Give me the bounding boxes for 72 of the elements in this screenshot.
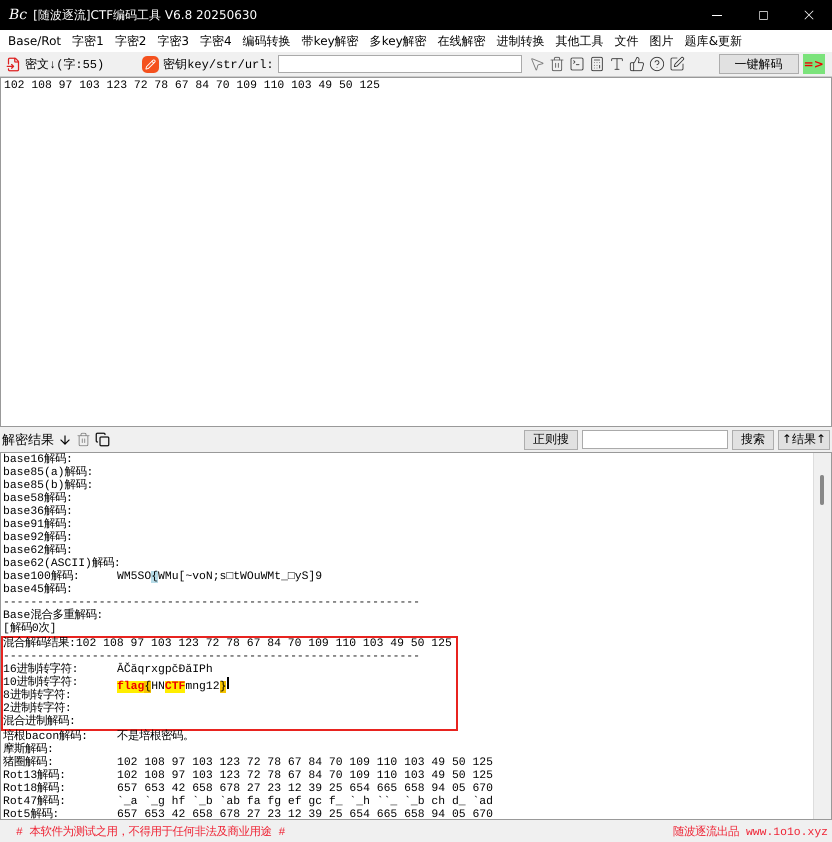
result-value: 102 108 97 103 123 72 78 67 84 70 109 110 103 49 50 125: [117, 770, 493, 782]
result-label: base36解码:: [3, 506, 73, 518]
result-value: mng12: [185, 681, 220, 693]
result-label: base85(b)解码:: [3, 480, 94, 492]
result-label: Rot18解码:: [3, 783, 68, 795]
menu-item[interactable]: 在线解密: [434, 32, 493, 50]
separator-line: -------------------------------------------------------------: [3, 651, 420, 663]
result-value: 102 108 97 103 123 72 78 67 84 70 109 110 103 49 50 125: [76, 638, 452, 651]
menu-item[interactable]: 字密2: [110, 32, 154, 50]
result-label: 16进制转字符:: [3, 664, 80, 676]
arrow-text: =>: [802, 54, 825, 74]
results-label: 解密结果: [2, 432, 54, 448]
app-logo: Bc: [9, 7, 28, 23]
result-label: Rot5解码:: [3, 809, 60, 819]
result-label: base92解码:: [3, 532, 73, 544]
window-title: [随波逐流]CTF编码工具 V6.8 20250630: [33, 6, 258, 24]
menu-item[interactable]: 带key解密: [298, 32, 366, 50]
menu-item[interactable]: 其他工具: [552, 32, 611, 50]
result-label: 混合进制解码:: [3, 716, 76, 729]
result-label: base62解码:: [3, 545, 73, 558]
result-label: Rot13解码:: [3, 770, 68, 782]
regex-search-button[interactable]: 正则搜: [524, 430, 578, 450]
menu-item[interactable]: Base/Rot: [4, 34, 68, 48]
result-label: 2进制转字符:: [3, 703, 72, 715]
menu-item[interactable]: 字密1: [68, 32, 111, 50]
result-value: HN: [151, 681, 165, 693]
result-value: 不是培根密码。: [117, 731, 194, 743]
credit-text: 随波逐流出品 www.1o1o.xyz: [673, 824, 828, 838]
result-label: 混合解码结果:: [3, 638, 76, 651]
result-label: 摩斯解码:: [3, 744, 54, 756]
highlighted-text: }: [220, 681, 226, 693]
result-value: ĀČăqrxgpčĐăIPh: [117, 664, 213, 676]
highlighted-text: {: [151, 571, 158, 583]
menu-item[interactable]: 字密4: [196, 32, 239, 50]
result-jump-button[interactable]: ↑结果↑: [778, 430, 830, 450]
result-label: 培根bacon解码:: [3, 731, 90, 743]
highlighted-text: flag: [117, 681, 144, 693]
menu-item[interactable]: 图片: [646, 32, 681, 50]
result-label: base45解码:: [3, 584, 73, 597]
result-label: base91解码:: [3, 519, 73, 531]
cipher-label: 密文↓(字:55): [25, 56, 104, 72]
result-value: 657 653 42 658 678 27 23 12 39 25 654 665 658 94 05 670: [117, 809, 493, 819]
search-button[interactable]: 搜索: [732, 430, 774, 450]
result-label: base58解码:: [3, 493, 73, 505]
highlighted-text: {: [144, 681, 152, 693]
result-label: base85(a)解码:: [3, 467, 94, 479]
cipher-input[interactable]: 102 108 97 103 123 72 78 67 84 70 109 110 103 49 50 125: [0, 77, 832, 427]
highlighted-text: CTF: [164, 681, 186, 693]
menu-item[interactable]: 进制转换: [492, 32, 552, 50]
result-label: base16解码:: [3, 454, 73, 466]
result-value: WM5SO: [117, 571, 152, 583]
result-value: `_a `_g hf `_b `ab fa fg ef gc f_ `_h ``_ `_b ch d_ `ad: [117, 796, 493, 808]
result-label: [解码0次]: [3, 623, 57, 636]
menu-item[interactable]: 字密3: [153, 32, 196, 50]
separator-line: -------------------------------------------------------------: [3, 597, 420, 609]
result-value: 102 108 97 103 123 72 78 67 84 70 109 110 103 49 50 125: [117, 757, 493, 769]
menu-item[interactable]: 编码转换: [238, 32, 298, 50]
result-label: base100解码:: [3, 571, 81, 583]
disclaimer-text: # 本软件为测试之用，不得用于任何非法及商业用途 #: [16, 824, 286, 838]
menu-item[interactable]: 题库&更新: [680, 32, 750, 50]
result-label: 猪圈解码:: [3, 757, 55, 769]
result-value: 657 653 42 658 678 27 23 12 39 25 654 665 658 94 05 670: [117, 783, 493, 795]
result-label: 10进制转字符:: [3, 677, 80, 689]
menu-item[interactable]: 多key解密: [366, 32, 434, 50]
result-label: base62(ASCII)解码:: [3, 558, 121, 570]
menu-item[interactable]: 文件: [610, 32, 646, 50]
decode-button[interactable]: 一键解码: [718, 54, 799, 74]
key-label: 密钥key/str/url:: [163, 56, 274, 72]
result-value: WMu[~voN;s□tWOuWMt_□yS]9: [158, 571, 322, 583]
result-label: 8进制转字符:: [3, 690, 72, 702]
result-label: Rot47解码:: [3, 796, 68, 808]
result-label: Base混合多重解码:: [3, 610, 104, 622]
